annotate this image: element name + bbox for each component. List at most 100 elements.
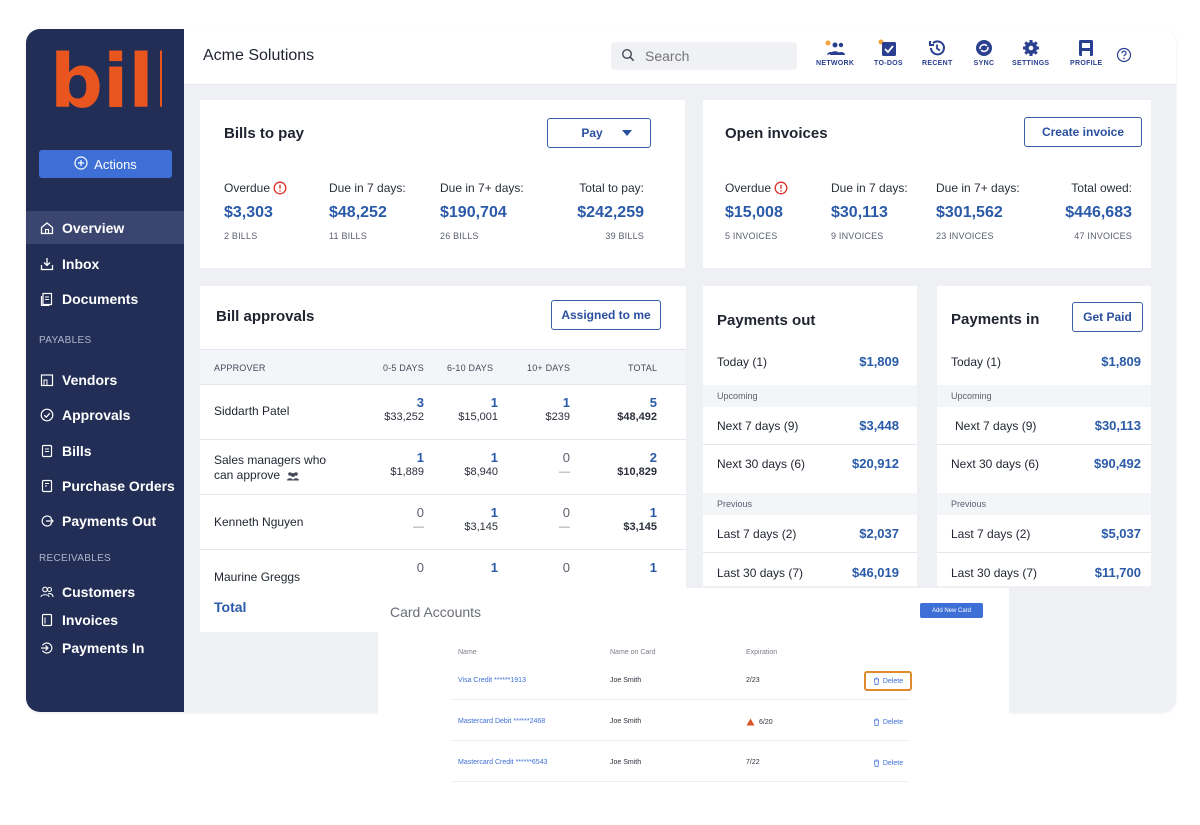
- count-total[interactable]: 1: [597, 560, 657, 575]
- amount-10plus: $239: [545, 411, 570, 423]
- card-name-link[interactable]: Mastercard Credit ******6543: [458, 759, 548, 766]
- card-row[interactable]: Mastercard Credit ******6543 Joe Smith 7…: [452, 742, 908, 782]
- payments-out-last30-row[interactable]: Last 30 days (7) $46,019: [703, 554, 917, 592]
- payments-out-next30-row[interactable]: Next 30 days (6) $20,912: [703, 445, 917, 483]
- count-total[interactable]: 1: [597, 505, 657, 520]
- approver-name-line1: Sales managers who: [214, 453, 327, 467]
- bills-due7plus-amount: $190,704: [440, 204, 507, 221]
- payments-out-last7-row[interactable]: Last 7 days (2) $2,037: [703, 515, 917, 553]
- nav-customers-label: Customers: [62, 583, 136, 600]
- invoices-total-label: Total owed:: [1071, 181, 1132, 195]
- recent-button[interactable]: RECENT: [922, 39, 953, 75]
- card-holder: Joe Smith: [610, 718, 642, 725]
- count-0-5[interactable]: 1: [364, 450, 424, 465]
- nav-payments-out-label: Payments Out: [62, 512, 157, 529]
- get-paid-button[interactable]: Get Paid: [1072, 302, 1143, 332]
- nav-overview[interactable]: Overview: [26, 211, 184, 244]
- last30-label: Last 30 days (7): [951, 566, 1038, 580]
- delete-button[interactable]: Delete: [864, 712, 912, 732]
- card-row[interactable]: Visa Credit ******1913 Joe Smith 2/23 De…: [452, 660, 912, 700]
- amount-0-5: $1,889: [390, 466, 424, 478]
- upcoming-section: Upcoming: [937, 385, 1151, 407]
- nav-approvals[interactable]: Approvals: [26, 398, 184, 431]
- nav-vendors-label: Vendors: [62, 371, 118, 388]
- next30-amount: $20,912: [852, 456, 899, 471]
- card-name-link[interactable]: Visa Credit ******1913: [458, 677, 526, 684]
- actions-button[interactable]: Actions: [39, 150, 172, 178]
- payments-in-last7-row[interactable]: Last 7 days (2) $5,037: [937, 515, 1151, 553]
- create-invoice-button[interactable]: Create invoice: [1024, 117, 1142, 147]
- nav-inbox[interactable]: Inbox: [26, 247, 184, 280]
- next7-amount: $30,113: [1094, 418, 1141, 433]
- last30-label: Last 30 days (7): [717, 566, 804, 580]
- card-name-link[interactable]: Mastercard Debit ******2468: [458, 718, 545, 725]
- bills-due7plus-label: Due in 7+ days:: [440, 181, 524, 195]
- approvals-row[interactable]: Maurine Greggs 0 1 0 1: [200, 550, 686, 590]
- invoices-total-stat[interactable]: Total owed: $446,683 47 INVOICES: [1065, 181, 1132, 241]
- invoices-overdue-stat[interactable]: Overdue $15,008 5 INVOICES: [725, 181, 788, 241]
- group-icon: [287, 471, 300, 480]
- network-button[interactable]: NETWORK: [816, 39, 854, 75]
- next30-label: Next 30 days (6): [717, 457, 806, 471]
- approver-name-line2: can approve: [214, 468, 281, 482]
- profile-button[interactable]: PROFILE: [1070, 39, 1102, 75]
- amount-10plus: —: [559, 466, 570, 478]
- search-box[interactable]: [611, 42, 797, 70]
- nav-vendors[interactable]: Vendors: [26, 363, 184, 396]
- count-10plus[interactable]: 1: [510, 395, 570, 410]
- payments-in-today-row[interactable]: Today (1) $1,809: [937, 343, 1151, 381]
- invoices-total-amount: $446,683: [1065, 204, 1132, 221]
- delete-button[interactable]: Delete: [864, 753, 912, 773]
- nav-documents[interactable]: Documents: [26, 282, 184, 315]
- pay-dropdown-button[interactable]: Pay: [547, 118, 651, 148]
- count-total[interactable]: 2: [597, 450, 657, 465]
- bills-due7-stat[interactable]: Due in 7 days: $48,252 11 BILLS: [329, 181, 406, 241]
- bill-logo[interactable]: bill: [50, 43, 162, 113]
- payments-in-next7-row[interactable]: Next 7 days (9) $30,113: [937, 407, 1151, 445]
- purchase-orders-icon: [38, 477, 56, 495]
- card-row[interactable]: Mastercard Debit ******2468 Joe Smith 6/…: [452, 701, 908, 741]
- pay-button-label: Pay: [581, 126, 603, 140]
- bills-due7plus-stat[interactable]: Due in 7+ days: $190,704 26 BILLS: [440, 181, 524, 241]
- help-button[interactable]: [1116, 47, 1132, 83]
- bills-total-label: Total to pay:: [579, 181, 644, 195]
- sync-button[interactable]: SYNC: [973, 39, 995, 75]
- alert-icon: [273, 181, 287, 195]
- settings-button[interactable]: SETTINGS: [1012, 39, 1049, 75]
- next30-amount: $90,492: [1094, 456, 1141, 471]
- invoices-due7plus-stat[interactable]: Due in 7+ days: $301,562 23 INVOICES: [936, 181, 1020, 241]
- nav-payments-in[interactable]: Payments In: [26, 631, 184, 664]
- approvals-row[interactable]: Kenneth Nguyen 0— 1 $3,145 0— 1 $3,145: [200, 495, 686, 550]
- payments-in-last30-row[interactable]: Last 30 days (7) $11,700: [937, 554, 1151, 592]
- payments-out-next7-row[interactable]: Next 7 days (9) $3,448: [703, 407, 917, 445]
- approvals-row[interactable]: Siddarth Patel 3 $33,252 1 $15,001 1 $239 5…: [200, 385, 686, 440]
- count-total[interactable]: 5: [597, 395, 657, 410]
- count-6-10[interactable]: 1: [438, 560, 498, 575]
- payments-out-title: Payments out: [717, 312, 816, 329]
- count-10plus: 0: [562, 560, 570, 575]
- nav-payments-out[interactable]: Payments Out: [26, 504, 184, 537]
- next7-label: Next 7 days (9): [717, 419, 799, 433]
- search-input[interactable]: [645, 48, 775, 64]
- add-new-card-button[interactable]: Add New Card: [920, 603, 983, 618]
- invoices-due7-stat[interactable]: Due in 7 days: $30,113 9 INVOICES: [831, 181, 908, 241]
- payments-out-today-row[interactable]: Today (1) $1,809: [703, 343, 917, 381]
- nav-bills[interactable]: Bills: [26, 434, 184, 467]
- bills-total-amount: $242,259: [577, 204, 644, 221]
- bills-overdue-stat[interactable]: Overdue $3,303 2 BILLS: [224, 181, 287, 241]
- count-6-10[interactable]: 1: [438, 450, 498, 465]
- company-name[interactable]: Acme Solutions: [203, 47, 314, 65]
- trash-icon: [873, 677, 879, 685]
- count-0-5[interactable]: 3: [364, 395, 424, 410]
- bills-total-stat[interactable]: Total to pay: $242,259 39 BILLS: [577, 181, 644, 241]
- todos-button[interactable]: TO-DOS: [874, 39, 903, 75]
- approvals-row[interactable]: Sales managers who can approve 1 $1,889 1…: [200, 440, 686, 495]
- nav-purchase-orders[interactable]: Purchase Orders: [26, 469, 184, 502]
- today-amount: $1,809: [859, 354, 899, 369]
- count-6-10[interactable]: 1: [438, 395, 498, 410]
- bills-overdue-count: 2 BILLS: [224, 231, 258, 241]
- count-6-10[interactable]: 1: [438, 505, 498, 520]
- delete-button[interactable]: Delete: [864, 671, 912, 691]
- assigned-to-me-button[interactable]: Assigned to me: [551, 300, 661, 330]
- payments-in-next30-row[interactable]: Next 30 days (6) $90,492: [937, 445, 1151, 483]
